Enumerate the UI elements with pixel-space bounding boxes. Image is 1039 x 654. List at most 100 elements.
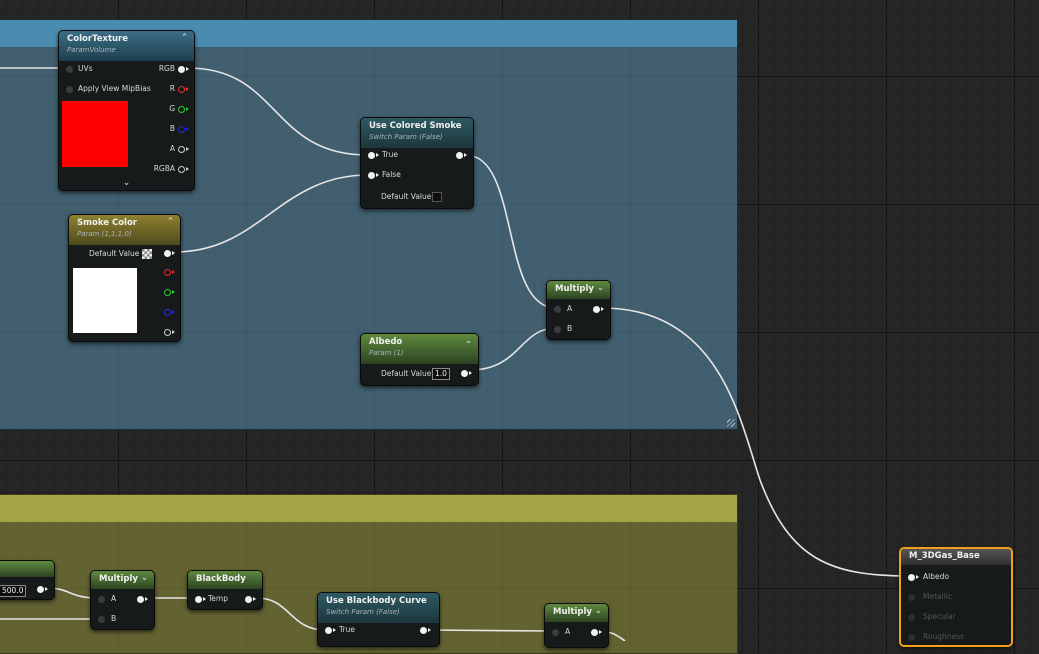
input-pin-b[interactable] [554,326,561,333]
input-pin-roughness[interactable] [908,634,915,641]
resize-handle[interactable] [727,419,735,427]
pin-arrow-icon [186,167,189,171]
pin-arrow-icon [172,270,175,274]
collapse-chevron-icon[interactable]: ⌄ [594,607,603,616]
node-header[interactable]: Multiply ⌄ [545,604,608,622]
input-pin-albedo[interactable] [908,574,915,581]
pin-arrow-icon [172,330,175,334]
pin-label-b: B [567,324,573,333]
output-pin[interactable] [593,306,600,313]
node-albedo[interactable]: Albedo Param (1) ⌄ Default Value 1.0 [360,333,479,386]
color-preview [73,268,137,333]
collapse-chevron-icon[interactable]: ⌄ [140,574,149,583]
input-pin-specular[interactable] [908,614,915,621]
input-pin-uvs[interactable] [66,66,73,73]
output-pin-rgba[interactable] [178,166,185,173]
output-pin-a[interactable] [178,146,185,153]
node-subtitle: Switch Param (False) [326,608,400,616]
collapse-chevron-icon[interactable]: ⌄ [596,284,605,293]
output-pin-result[interactable] [420,627,427,634]
input-pin-a[interactable] [552,629,559,636]
output-pin-a[interactable] [164,329,171,336]
node-multiply[interactable]: Multiply ⌄ A B [546,280,611,340]
node-use-colored-smoke[interactable]: Use Colored Smoke Switch Param (False) T… [360,117,474,209]
node-smoke-color[interactable]: Smoke Color Param (1,1,1,0) ⌃ Default Va… [68,214,181,342]
pin-label-albedo: Albedo [923,572,949,581]
node-header[interactable]: M_3DGas_Base [901,549,1011,565]
pin-arrow-icon [469,371,472,375]
output-pin-r[interactable] [178,86,185,93]
collapse-chevron-icon[interactable]: ⌃ [180,34,189,43]
node-header[interactable]: Smoke Color Param (1,1,1,0) ⌃ [69,215,180,245]
output-pin[interactable] [461,370,468,377]
output-pin-b[interactable] [164,309,171,316]
output-pin-rgb[interactable] [178,66,185,73]
node-header[interactable]: BlackBody [188,571,262,589]
input-pin-true[interactable] [368,152,375,159]
node-blackbody[interactable]: BlackBody Temp [187,570,263,610]
pin-arrow-icon [428,628,431,632]
pin-arrow-icon [186,147,189,151]
input-pin-a[interactable] [98,596,105,603]
node-header[interactable]: Multiply ⌄ [547,281,610,299]
pin-arrow-icon [172,290,175,294]
pin-label-metallic: Metallic [923,592,952,601]
output-pin[interactable] [37,586,44,593]
default-value-checkbox[interactable] [432,192,442,202]
pin-arrow-icon [464,153,467,157]
output-pin[interactable] [137,596,144,603]
output-pin-result[interactable] [456,152,463,159]
node-header[interactable] [0,561,54,577]
pin-arrow-icon [186,107,189,111]
output-pin-rgb[interactable] [164,250,171,257]
node-title: Use Colored Smoke [369,121,462,131]
node-use-blackbody-curve[interactable]: Use Blackbody Curve Switch Param (False)… [317,592,440,647]
node-title: BlackBody [196,574,246,584]
pin-label-rgba: RGBA [153,164,175,173]
node-multiply[interactable]: Multiply ⌄ A B [90,570,155,630]
default-value-label: Default Value [381,369,432,378]
pin-label-a: A [169,144,175,153]
default-value-label: Default Value [381,192,432,201]
input-pin-metallic[interactable] [908,594,915,601]
collapse-chevron-icon[interactable]: ⌃ [166,218,175,227]
output-pin-b[interactable] [178,126,185,133]
input-pin-true[interactable] [325,627,332,634]
node-header[interactable]: Multiply ⌄ [91,571,154,589]
default-value-input[interactable]: 1.0 [432,368,450,380]
input-pin-b[interactable] [98,616,105,623]
node-material-result[interactable]: M_3DGas_Base Albedo Metallic Specular Ro… [899,547,1013,647]
pin-label-a: A [567,304,573,313]
pin-label-roughness: Roughness [923,632,964,641]
output-pin-g[interactable] [178,106,185,113]
node-multiply[interactable]: Multiply ⌄ A [544,603,609,648]
pin-arrow-icon [333,628,336,632]
input-pin-false[interactable] [368,172,375,179]
node-header[interactable]: Albedo Param (1) ⌄ [361,334,478,364]
pin-label-false: False [382,170,401,179]
collapse-chevron-icon[interactable]: ⌄ [464,337,473,346]
pin-arrow-icon [601,307,604,311]
node-title: Smoke Color [77,218,137,228]
node-subtitle: Switch Param (False) [369,133,443,141]
node-partial-param[interactable]: 500.0 [0,560,55,600]
node-color-texture[interactable]: ColorTexture ParamVolume ⌃ UVs Apply Vie… [58,30,195,191]
pin-label-true: True [339,625,355,634]
input-pin-a[interactable] [554,306,561,313]
color-picker-swatch[interactable] [142,249,152,259]
pin-label-true: True [382,150,398,159]
output-pin[interactable] [591,629,598,636]
output-pin-g[interactable] [164,289,171,296]
default-value-input[interactable]: 500.0 [0,585,27,597]
default-value-label: Default Value [89,249,140,258]
output-pin-r[interactable] [164,269,171,276]
expand-chevron-icon[interactable]: ⌄ [59,178,194,188]
comment-header-olive[interactable] [0,495,737,522]
output-pin[interactable] [245,596,252,603]
input-pin-temp[interactable] [195,596,202,603]
pin-arrow-icon [45,587,48,591]
node-header[interactable]: ColorTexture ParamVolume ⌃ [59,31,194,61]
node-header[interactable]: Use Colored Smoke Switch Param (False) [361,118,473,148]
node-header[interactable]: Use Blackbody Curve Switch Param (False) [318,593,439,623]
input-pin-mipbias[interactable] [66,86,73,93]
